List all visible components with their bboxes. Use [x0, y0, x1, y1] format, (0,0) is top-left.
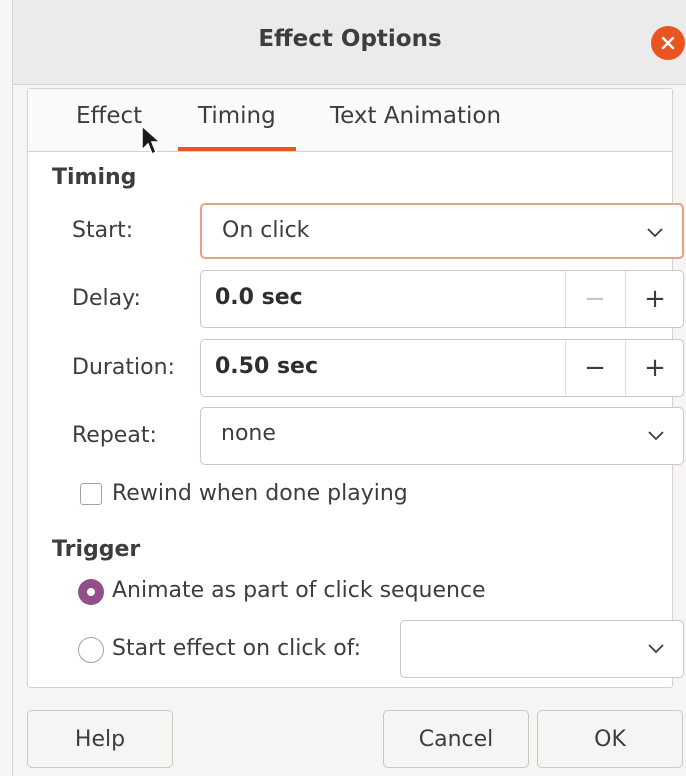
rewind-checkbox[interactable] — [80, 483, 102, 505]
ok-button[interactable]: OK — [537, 710, 683, 768]
repeat-dropdown[interactable]: none — [200, 407, 684, 465]
delay-value: 0.0 sec — [215, 285, 303, 310]
rewind-label[interactable]: Rewind when done playing — [112, 481, 408, 506]
effect-options-dialog: Effect Options Effect Timing Text Animat… — [12, 0, 686, 776]
animate-as-part-radio[interactable] — [78, 579, 104, 605]
minus-icon: − — [584, 353, 606, 383]
start-value: On click — [222, 218, 310, 243]
close-button[interactable] — [651, 26, 685, 60]
delay-increase-button[interactable]: + — [625, 271, 683, 327]
chevron-down-icon — [648, 431, 664, 441]
cancel-button[interactable]: Cancel — [383, 710, 529, 768]
repeat-label: Repeat: — [72, 423, 157, 448]
help-button[interactable]: Help — [27, 710, 173, 768]
dialog-title: Effect Options — [258, 26, 442, 52]
delay-spinbox[interactable]: 0.0 sec − + — [200, 270, 684, 328]
trigger-section-title: Trigger — [52, 537, 141, 562]
start-on-click-radio[interactable] — [78, 637, 104, 663]
plus-icon: + — [644, 284, 666, 314]
delay-decrease-button[interactable]: − — [565, 271, 624, 327]
tab-panel: Effect Timing Text Animation Timing Star… — [27, 88, 684, 688]
tab-bar: Effect Timing Text Animation — [28, 89, 672, 152]
close-icon — [661, 36, 675, 50]
chevron-down-icon — [647, 228, 663, 238]
tab-timing[interactable]: Timing — [178, 103, 296, 151]
animate-as-part-label[interactable]: Animate as part of click sequence — [112, 578, 486, 603]
duration-label: Duration: — [72, 355, 175, 380]
duration-increase-button[interactable]: + — [625, 340, 683, 396]
duration-value: 0.50 sec — [215, 354, 318, 379]
mouse-pointer-icon — [141, 124, 162, 156]
titlebar: Effect Options — [13, 0, 686, 85]
duration-decrease-button[interactable]: − — [565, 340, 624, 396]
duration-spinbox[interactable]: 0.50 sec − + — [200, 339, 684, 397]
start-dropdown[interactable]: On click — [200, 203, 684, 259]
start-label: Start: — [72, 218, 134, 243]
delay-label: Delay: — [72, 286, 141, 311]
repeat-value: none — [221, 421, 276, 446]
chevron-down-icon — [648, 644, 664, 654]
start-on-click-label[interactable]: Start effect on click of: — [112, 636, 361, 661]
start-on-click-dropdown[interactable] — [400, 620, 684, 678]
plus-icon: + — [644, 353, 666, 383]
tab-text-animation[interactable]: Text Animation — [330, 103, 501, 129]
tab-effect[interactable]: Effect — [76, 103, 142, 129]
timing-section-title: Timing — [52, 165, 137, 190]
minus-icon: − — [584, 284, 606, 314]
